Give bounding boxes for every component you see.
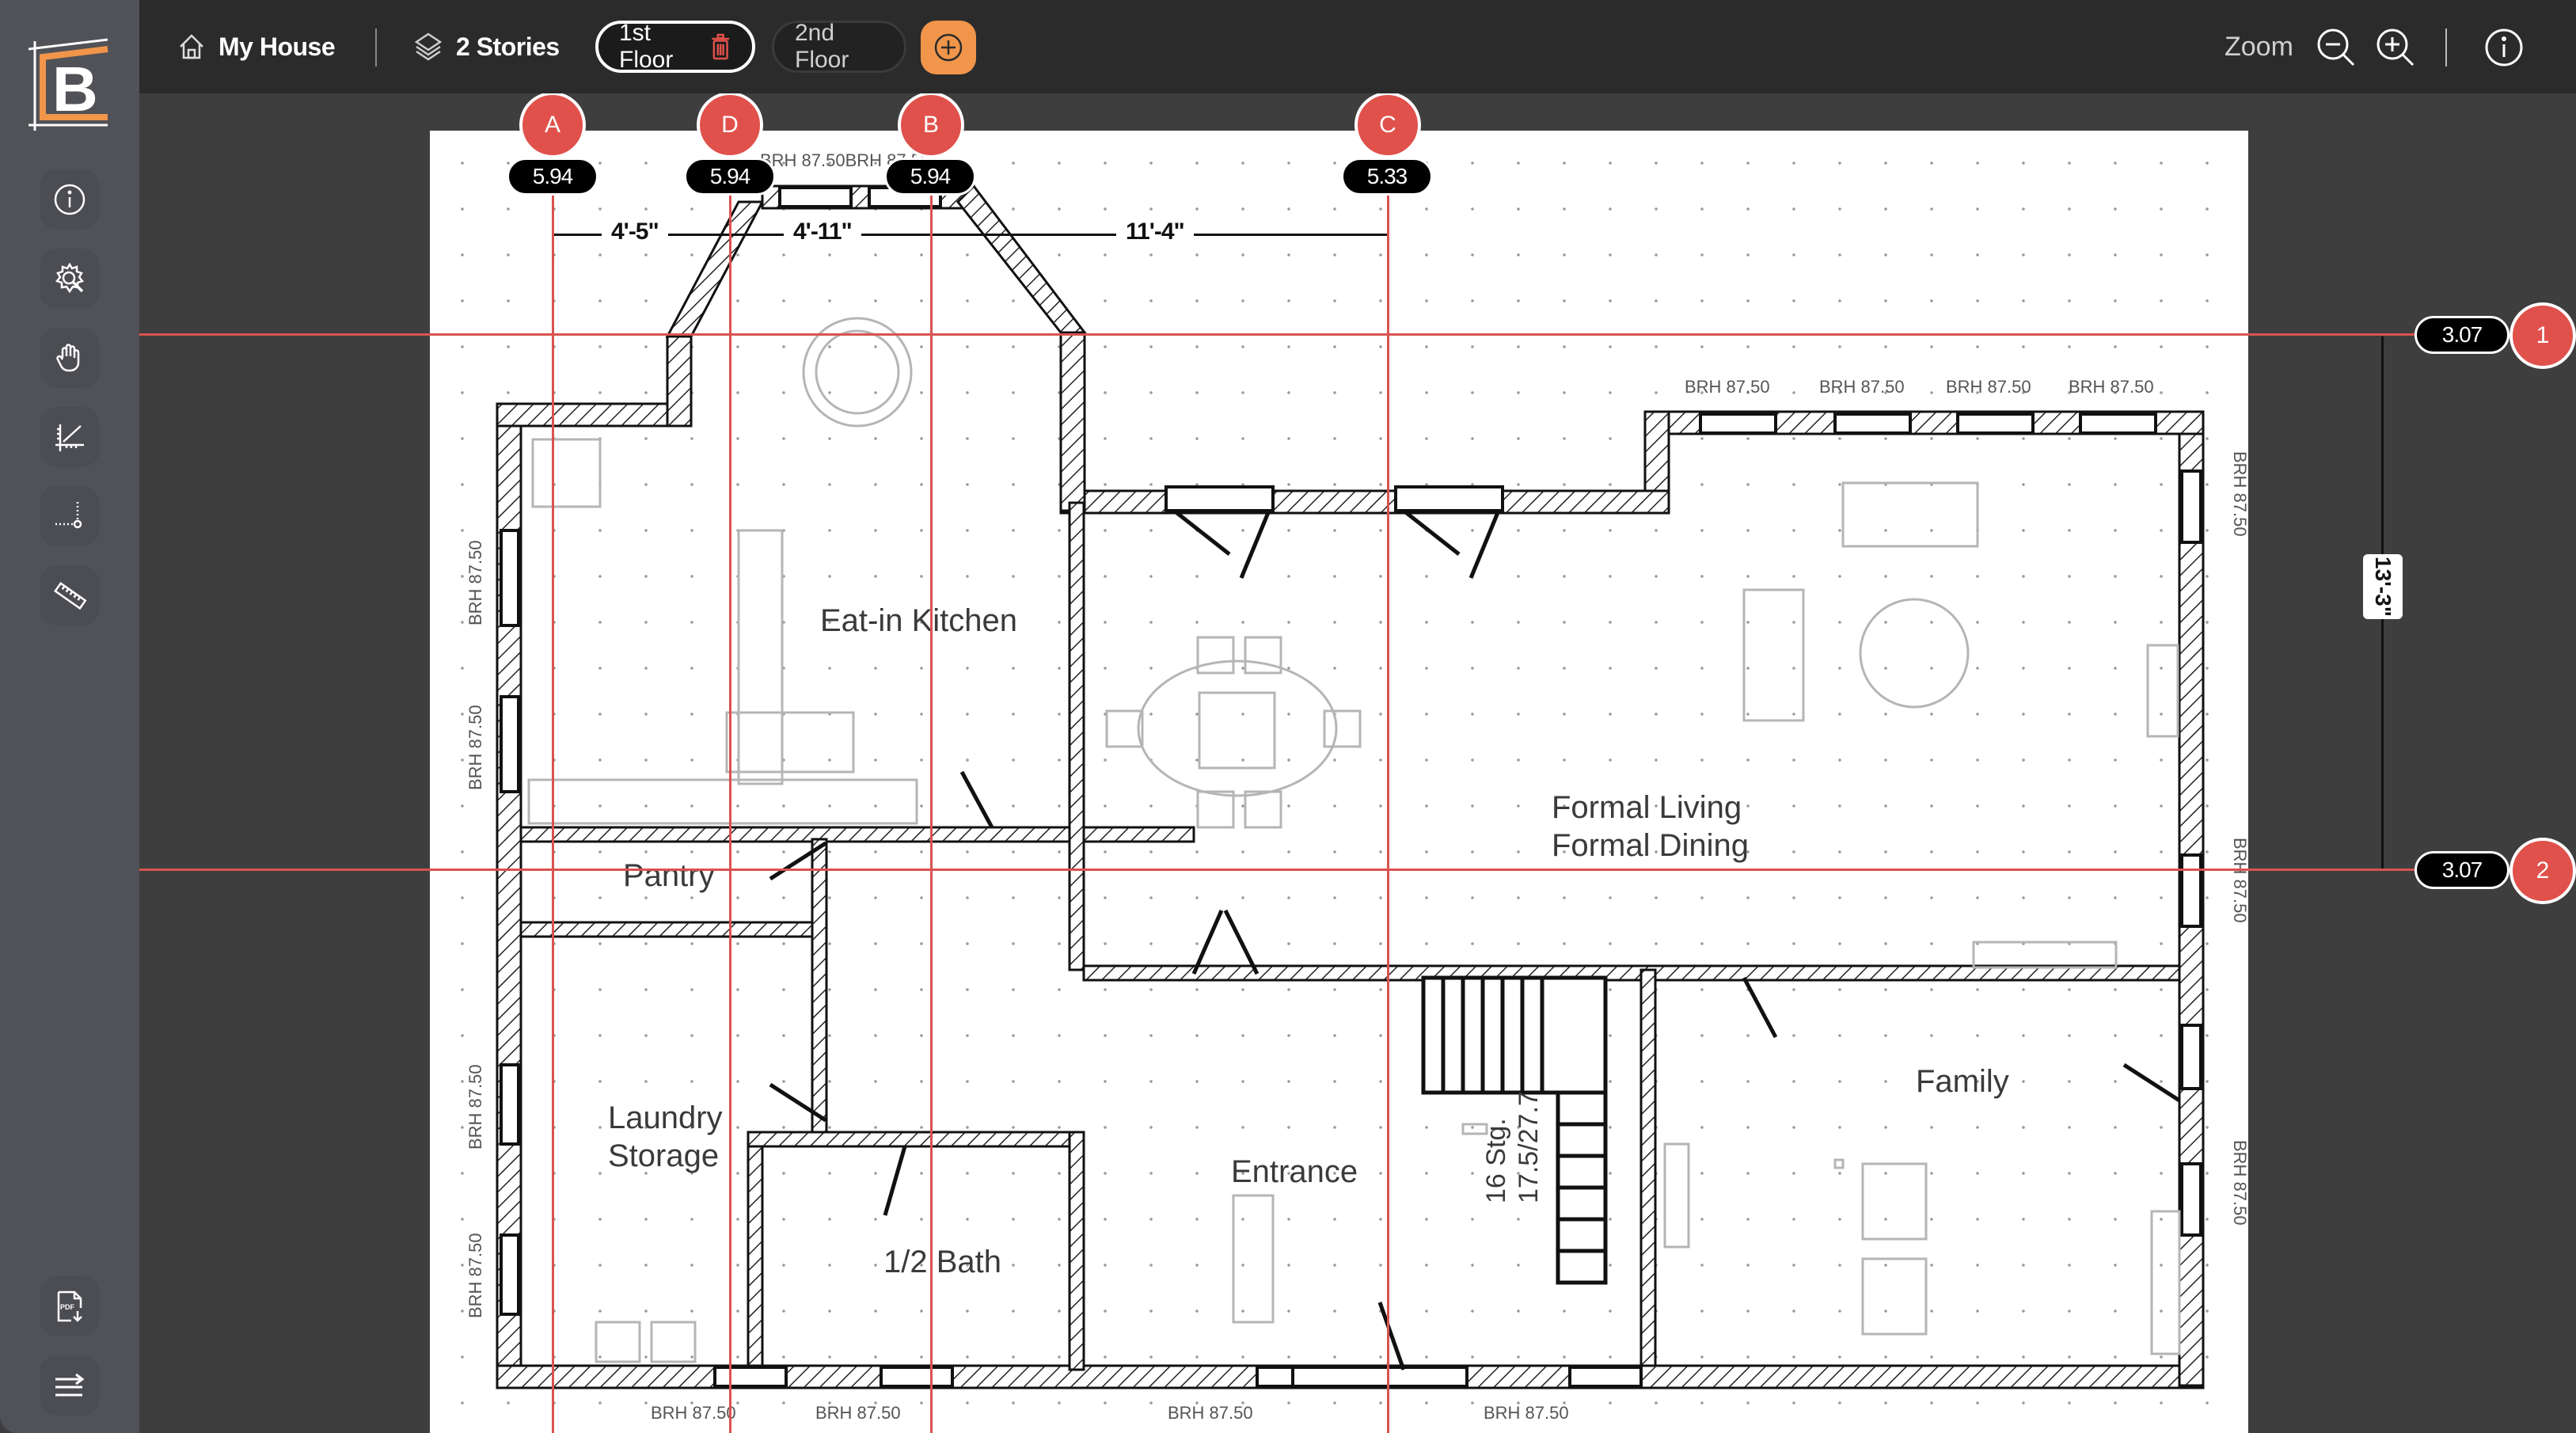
dimension-line bbox=[554, 234, 1387, 236]
room-label-laundry: Laundry Storage bbox=[608, 1099, 723, 1175]
trash-icon[interactable] bbox=[709, 31, 731, 63]
dimension-label-a-d: 4'-5" bbox=[602, 219, 668, 245]
plus-circle-icon bbox=[934, 33, 963, 62]
dimension-label-b-c: 11'-4" bbox=[1116, 219, 1194, 245]
project-name-button[interactable]: My House bbox=[176, 0, 336, 93]
window-label: BRH 87.50 bbox=[1685, 377, 1770, 397]
window-label: BRH 87.50 bbox=[1484, 1403, 1569, 1423]
vertical-dimension-label: 13'-3" bbox=[2363, 554, 2403, 619]
zoom-label: Zoom bbox=[2225, 31, 2293, 62]
window-label: BRH 87.50 bbox=[2230, 1140, 2250, 1226]
window-label: BRH 87.50 bbox=[465, 1064, 485, 1150]
top-toolbar bbox=[0, 0, 2576, 93]
window-label: BRH 87.50 bbox=[465, 705, 485, 790]
window-label: BRH 87.50 bbox=[2069, 377, 2154, 397]
room-label-family: Family bbox=[1916, 1064, 2009, 1099]
info-icon[interactable] bbox=[2483, 27, 2525, 68]
app-logo[interactable]: B bbox=[28, 32, 111, 135]
window-label: BRH 87.50 bbox=[1946, 377, 2031, 397]
scale-angle-icon bbox=[55, 424, 84, 451]
window-label: BRH 87.50 bbox=[465, 540, 485, 625]
grid-marker-2[interactable]: 2 bbox=[2510, 838, 2576, 904]
stairs-label-line1: 16 Stg. bbox=[1481, 1118, 1511, 1203]
gear-search-icon bbox=[55, 262, 85, 294]
floor-tab-2nd[interactable]: 2nd Floor bbox=[772, 20, 906, 73]
grid-value-a[interactable]: 5.94 bbox=[507, 158, 598, 196]
stairs-label-line2: 17.5/27.7 bbox=[1513, 1091, 1544, 1203]
window-label: BRH 87.50 bbox=[2230, 451, 2250, 537]
menu-arrow-icon bbox=[55, 1373, 85, 1397]
window-label: BRH 87.50 bbox=[1168, 1403, 1253, 1423]
grid-value-1[interactable]: 3.07 bbox=[2415, 316, 2510, 354]
grid-marker-b[interactable]: B bbox=[898, 92, 964, 158]
pdf-download-icon: PDF bbox=[57, 1290, 82, 1322]
stairs-label: 16 Stg. 17.5/27.7 bbox=[1480, 1091, 1545, 1203]
room-label-formal-living: Formal Living bbox=[1552, 790, 1742, 825]
sidebar-settings-search-button[interactable] bbox=[40, 249, 100, 309]
room-label-laundry-line2: Storage bbox=[608, 1138, 720, 1173]
grid-line-2[interactable] bbox=[139, 869, 2418, 871]
sidebar-export-pdf-button[interactable]: PDF bbox=[40, 1276, 100, 1336]
ruler-icon bbox=[54, 582, 87, 610]
room-label-formal-dining: Formal Dining bbox=[1552, 828, 1749, 863]
window-label: BRH 87.50 bbox=[465, 1233, 485, 1318]
floor-tab-label: 1st Floor bbox=[619, 20, 674, 73]
grid-marker-d[interactable]: D bbox=[697, 92, 763, 158]
project-name: My House bbox=[218, 32, 336, 61]
room-label-formal-living-dining: Formal Living Formal Dining bbox=[1552, 789, 1749, 865]
room-label-pantry: Pantry bbox=[623, 858, 715, 893]
add-floor-button[interactable] bbox=[921, 21, 976, 74]
room-label-kitchen: Eat-in Kitchen bbox=[820, 603, 1018, 638]
vertical-dimension-text: 13'-3" bbox=[2371, 557, 2396, 617]
window-label: BRH 87.50 bbox=[815, 1403, 901, 1423]
floor-tab-1st[interactable]: 1st Floor bbox=[595, 20, 755, 73]
toolbar-divider bbox=[375, 29, 377, 67]
home-icon bbox=[180, 34, 203, 59]
toolbar-divider bbox=[2445, 29, 2447, 67]
grid-marker-a[interactable]: A bbox=[519, 92, 586, 158]
stories-button[interactable]: 2 Stories bbox=[412, 0, 560, 93]
room-label-half-bath: 1/2 Bath bbox=[883, 1245, 1002, 1279]
grid-line-a[interactable] bbox=[552, 123, 554, 1433]
logo-letter: B bbox=[52, 54, 98, 124]
zoom-in-icon[interactable] bbox=[2375, 27, 2416, 68]
layers-icon bbox=[414, 32, 443, 61]
grid-value-c[interactable]: 5.33 bbox=[1341, 158, 1433, 196]
window-label: BRH 87.50 bbox=[2230, 838, 2250, 923]
info-icon bbox=[54, 184, 85, 215]
window-label: BRH 87.50 bbox=[651, 1403, 736, 1423]
grid-line-1[interactable] bbox=[139, 333, 2418, 336]
grid-line-c[interactable] bbox=[1387, 123, 1389, 1433]
grid-value-2[interactable]: 3.07 bbox=[2415, 851, 2510, 889]
sidebar: B PDF bbox=[0, 0, 139, 1433]
dimension-label-d-b: 4'-11" bbox=[784, 219, 861, 245]
sidebar-scale-button[interactable] bbox=[40, 407, 100, 467]
hand-icon bbox=[56, 344, 80, 372]
pdf-text: PDF bbox=[60, 1303, 75, 1311]
room-label-entrance: Entrance bbox=[1231, 1154, 1358, 1189]
grid-value-d[interactable]: 5.94 bbox=[684, 158, 776, 196]
grid-marker-1[interactable]: 1 bbox=[2510, 302, 2576, 369]
zoom-out-icon[interactable] bbox=[2316, 27, 2357, 68]
stories-label: 2 Stories bbox=[456, 32, 560, 61]
grid-value-b[interactable]: 5.94 bbox=[884, 158, 976, 196]
sidebar-menu-button[interactable] bbox=[40, 1355, 100, 1416]
grid-line-b[interactable] bbox=[930, 123, 933, 1433]
interior-walls bbox=[519, 501, 2181, 1371]
dotted-corner-icon bbox=[55, 502, 82, 529]
sidebar-ruler-button[interactable] bbox=[40, 565, 100, 625]
sidebar-point-measure-button[interactable] bbox=[40, 486, 100, 546]
grid-line-d[interactable] bbox=[729, 123, 731, 1433]
sidebar-pan-button[interactable] bbox=[40, 328, 100, 388]
sidebar-info-button[interactable] bbox=[40, 169, 100, 230]
grid-marker-c[interactable]: C bbox=[1354, 92, 1421, 158]
room-label-laundry-line1: Laundry bbox=[608, 1100, 723, 1135]
floor-plan-drawing bbox=[496, 184, 2205, 1389]
floor-tab-label: 2nd Floor bbox=[795, 20, 849, 73]
window-label: BRH 87.50 bbox=[1819, 377, 1905, 397]
